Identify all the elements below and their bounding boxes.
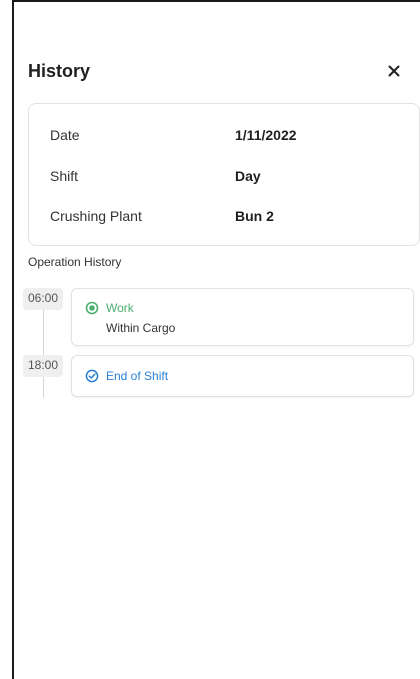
crushing-plant-value: Bun 2 [235,208,274,224]
status-circle-icon [85,301,99,315]
event-card-end-of-shift[interactable]: End of Shift [71,355,414,397]
crushing-plant-label: Crushing Plant [50,208,142,224]
event-header: End of Shift [85,369,168,383]
panel-header: History [28,58,410,86]
operation-history-title: Operation History [28,255,122,269]
shift-label: Shift [50,168,79,184]
event-detail: Within Cargo [106,321,176,335]
event-status: End of Shift [106,369,169,383]
panel-title: History [28,61,91,81]
time-badge: 06:00 [23,288,63,310]
date-label: Date [50,127,80,143]
close-icon [388,65,400,77]
shift-value: Day [235,168,261,184]
check-circle-icon [85,369,99,383]
shift-details-card: Date 1/11/2022 Shift Day Crushing Plant … [28,103,420,246]
close-button[interactable] [382,58,406,84]
event-status: Work [106,301,134,315]
crushing-plant-row: Crushing Plant Bun 2 [50,205,409,227]
event-header: Work [85,301,134,315]
timeline-line [43,306,44,398]
time-badge: 18:00 [23,355,63,377]
history-panel: History Date 1/11/2022 Shift Day Crushin… [12,0,420,679]
date-value: 1/11/2022 [235,127,297,143]
shift-row: Shift Day [50,165,409,187]
date-row: Date 1/11/2022 [50,124,409,146]
event-card-work[interactable]: Work Within Cargo [71,288,414,346]
